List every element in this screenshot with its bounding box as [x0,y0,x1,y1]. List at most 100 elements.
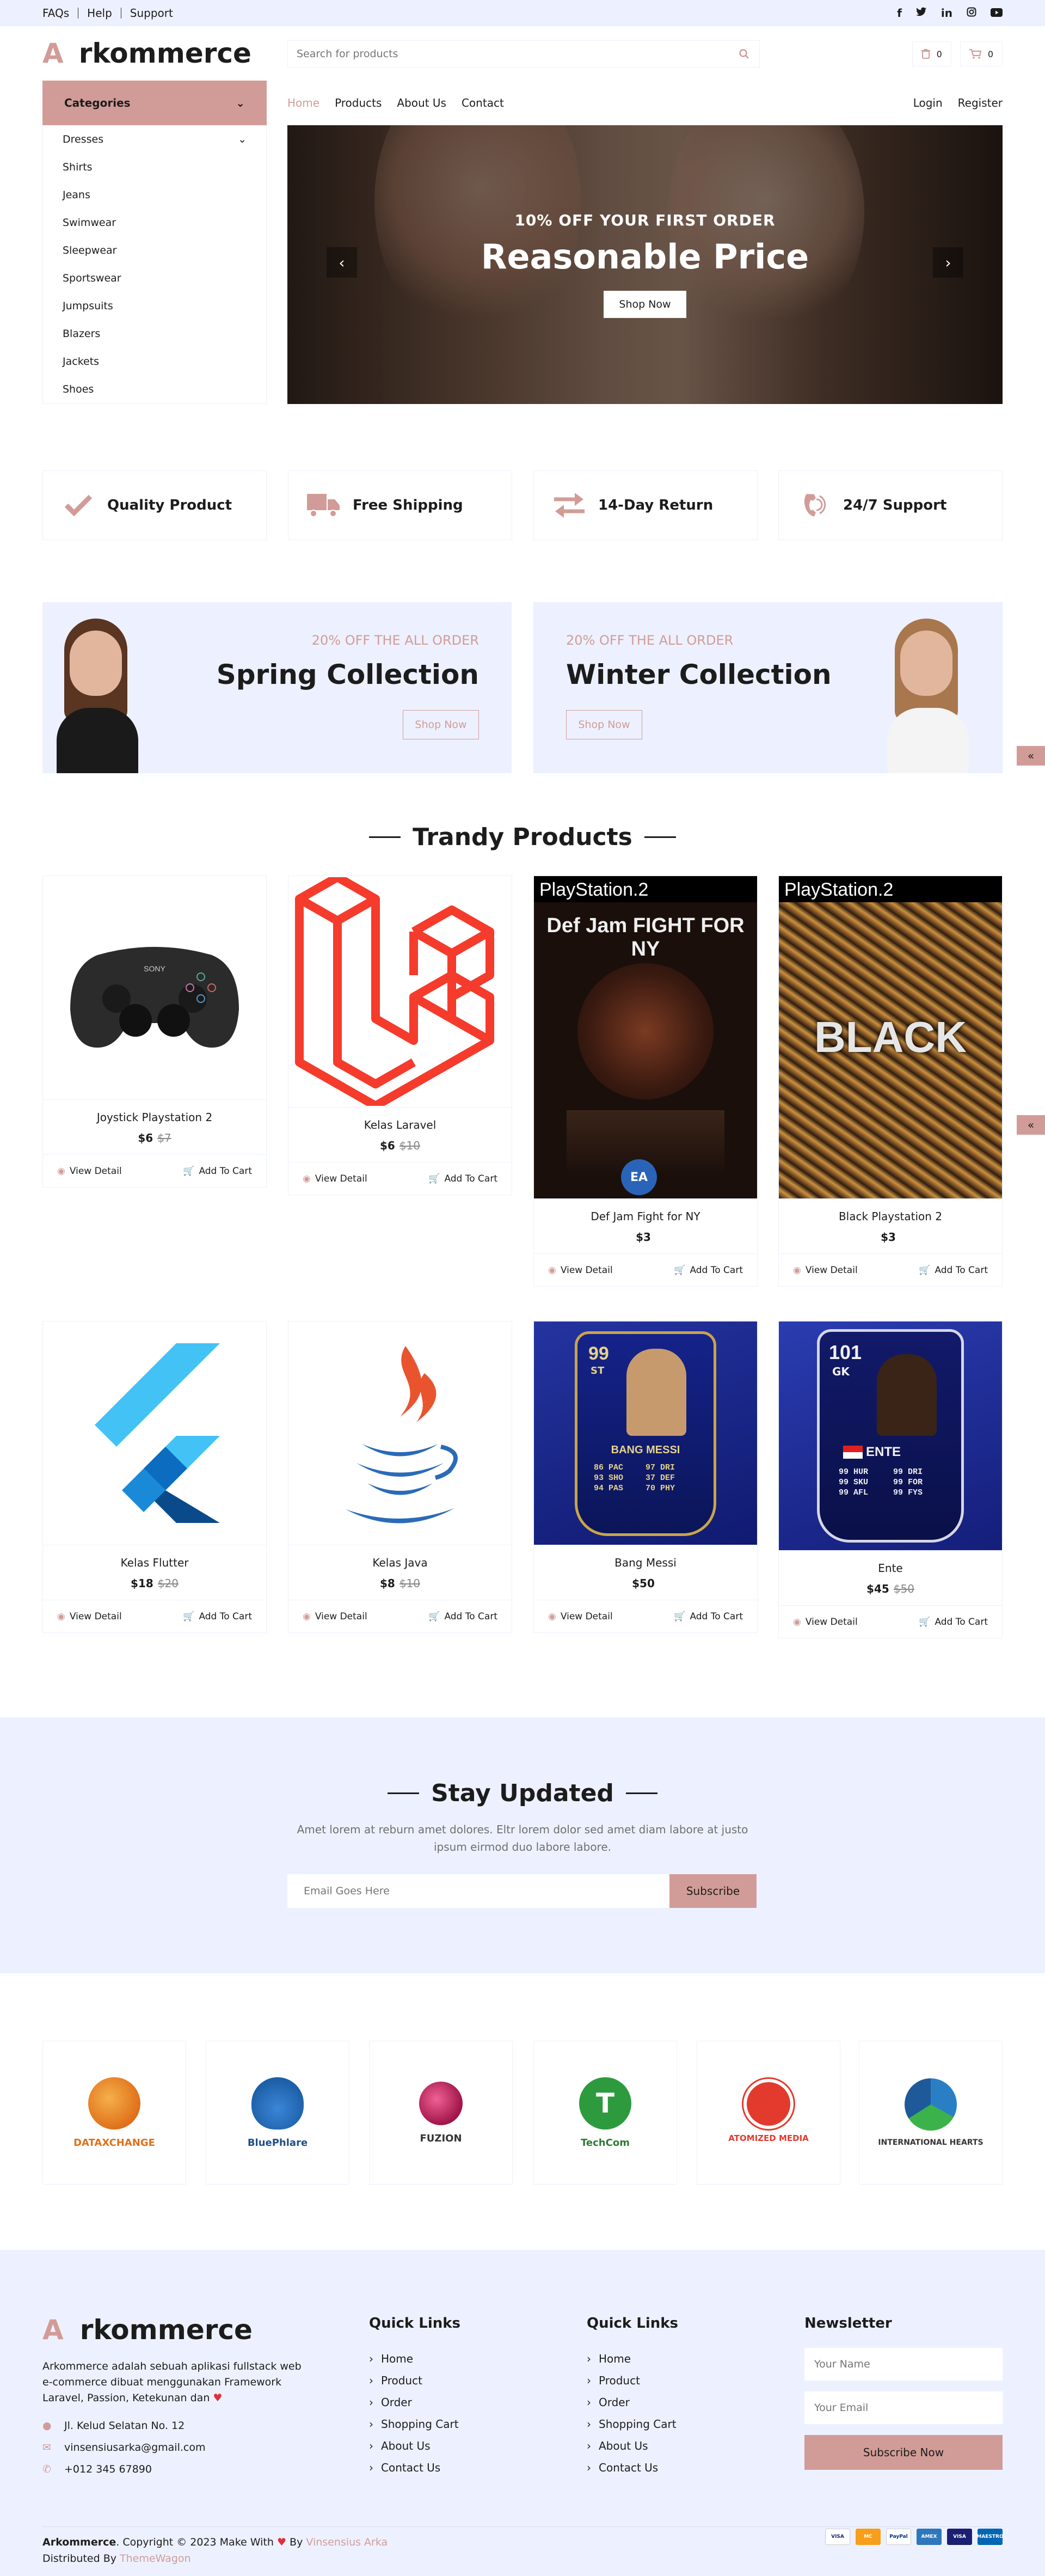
category-item[interactable]: Blazers [43,320,266,347]
product-image[interactable]: SONY [43,876,266,1099]
view-detail-button[interactable]: ◉ View Detail [57,1611,122,1622]
nav-products[interactable]: Products [335,96,382,109]
view-detail-button[interactable]: ◉ View Detail [303,1173,367,1184]
search-icon[interactable] [729,41,759,67]
add-to-cart-button[interactable]: 🛒 Add To Cart [428,1173,497,1184]
nav-contact[interactable]: Contact [462,96,504,109]
top-links: FAQs Help Support [42,7,173,20]
footer-link[interactable]: › About Us [369,2435,460,2457]
carousel-prev-icon[interactable]: ‹ [327,247,357,278]
footer-link[interactable]: › Product [369,2370,460,2391]
carousel-next-icon[interactable]: › [933,247,963,278]
techcom-icon: T [579,2077,631,2130]
cart-icon: 🛒 [428,1173,440,1184]
view-detail-button[interactable]: ◉ View Detail [548,1265,613,1276]
product-image[interactable]: 99 ST BANG MESSI 86 PAC 97 DRI 93 SHO 37 D… [534,1321,757,1545]
facebook-icon[interactable]: f [897,7,902,20]
category-item[interactable]: Swimwear [43,209,266,236]
add-to-cart-button[interactable]: 🛒 Add To Cart [919,1617,988,1627]
category-item[interactable]: Shoes [43,375,266,403]
product-image[interactable]: PlayStation.2 BLACK [779,876,1002,1198]
youtube-icon[interactable] [991,7,1003,20]
view-detail-button[interactable]: ◉ View Detail [303,1611,367,1622]
footer-link[interactable]: › Contact Us [369,2457,460,2479]
faqs-link[interactable]: FAQs [42,7,69,20]
add-to-cart-button[interactable]: 🛒 Add To Cart [183,1166,252,1177]
category-item[interactable]: Sleepwear [43,236,266,264]
card-stats: 86 PAC 97 DRI 93 SHO 37 DEF 94 PAS 70 PHY [594,1463,675,1493]
product-image[interactable] [288,876,512,1107]
footer-link[interactable]: › Contact Us [587,2457,678,2479]
product-image[interactable]: 101 GK ENTE 99 HUR 99 DRI 99 SKU 99 FOR 99… [779,1321,1002,1550]
nav-about[interactable]: About Us [397,96,446,109]
hero-subtitle: 10% OFF YOUR FIRST ORDER [514,211,776,229]
distributor-link[interactable]: ThemeWagon [120,2553,190,2565]
logo[interactable]: A rkommerce [42,38,287,69]
footer-link[interactable]: › Shopping Cart [587,2413,678,2435]
vendor-logo[interactable]: T TechCom [533,2041,677,2185]
product-image[interactable] [288,1321,512,1545]
add-to-cart-button[interactable]: 🛒 Add To Cart [674,1265,743,1276]
login-link[interactable]: Login [913,96,943,109]
offer-shop-button[interactable]: Shop Now [566,710,642,739]
hero-shop-button[interactable]: Shop Now [604,291,686,318]
vendor-logo[interactable]: DATAXCHANGE [42,2041,186,2185]
search-input[interactable] [288,41,729,67]
add-to-cart-button[interactable]: 🛒 Add To Cart [674,1611,743,1622]
footer-link[interactable]: › Home [369,2348,460,2370]
linkedin-icon[interactable]: in [941,7,952,20]
vendor-logo[interactable]: INTERNATIONAL HEARTS [859,2041,1003,2185]
footer-link[interactable]: › Order [369,2391,460,2413]
instagram-icon[interactable] [967,7,976,20]
add-to-cart-button[interactable]: 🛒 Add To Cart [183,1611,252,1622]
product-image[interactable]: PlayStation.2 Def Jam FIGHT FOR NY EA [534,876,757,1198]
footer-link[interactable]: › Shopping Cart [369,2413,460,2435]
back-to-top-icon[interactable]: « [1017,746,1045,766]
product-info: Kelas Java $8 $10 [288,1545,512,1600]
category-item[interactable]: Jeans [43,181,266,209]
categories-toggle[interactable]: Categories ⌄ [42,81,267,125]
name-field[interactable] [804,2348,1003,2381]
chevron-right-icon: › [587,2461,591,2474]
category-item[interactable]: Jumpsuits [43,292,266,320]
add-to-cart-button[interactable]: 🛒 Add To Cart [919,1265,988,1276]
subscribe-now-button[interactable]: Subscribe Now [804,2435,1003,2470]
newsletter-section: Stay Updated Amet lorem at reburn amet d… [0,1717,1045,1973]
product-image[interactable] [43,1321,266,1545]
category-item[interactable]: Dresses ⌄ [43,125,266,153]
cart-button[interactable]: 0 [960,41,1003,66]
twitter-icon[interactable] [915,7,927,20]
view-detail-button[interactable]: ◉ View Detail [57,1166,122,1177]
phone-icon: ✆ [42,2463,51,2475]
view-detail-button[interactable]: ◉ View Detail [793,1265,858,1276]
vendor-logo[interactable]: FUZION [369,2041,513,2185]
category-item[interactable]: Sportswear [43,264,266,292]
offer-title: Winter Collection [566,659,832,690]
category-item[interactable]: Jackets [43,347,266,375]
view-detail-button[interactable]: ◉ View Detail [793,1617,858,1627]
email-field[interactable] [287,1874,669,1908]
wishlist-button[interactable]: 0 [912,41,951,66]
view-detail-button[interactable]: ◉ View Detail [548,1611,613,1622]
vendor-logo[interactable]: ATOMIZED MEDIA [697,2041,840,2185]
footer-link[interactable]: › Product [587,2370,678,2391]
nav-home[interactable]: Home [287,96,319,109]
eye-icon: ◉ [303,1173,311,1184]
vendor-logo[interactable]: BluePhlare [206,2041,349,2185]
register-link[interactable]: Register [958,96,1003,109]
logo-letter: A [42,2314,64,2346]
author-link[interactable]: Vinsensius Arka [306,2536,388,2548]
footer-link[interactable]: › About Us [587,2435,678,2457]
add-to-cart-button[interactable]: 🛒 Add To Cart [428,1611,497,1622]
email-field[interactable] [804,2391,1003,2424]
footer-logo[interactable]: A rkommerce [42,2314,253,2346]
subscribe-button[interactable]: Subscribe [669,1874,757,1908]
amex-icon: AMEX [917,2529,942,2545]
footer-link[interactable]: › Home [587,2348,678,2370]
footer-link[interactable]: › Order [587,2391,678,2413]
help-link[interactable]: Help [87,7,112,20]
category-item[interactable]: Shirts [43,153,266,181]
support-link[interactable]: Support [130,7,173,20]
back-to-top-icon[interactable]: « [1017,1115,1045,1135]
offer-shop-button[interactable]: Shop Now [403,710,479,739]
